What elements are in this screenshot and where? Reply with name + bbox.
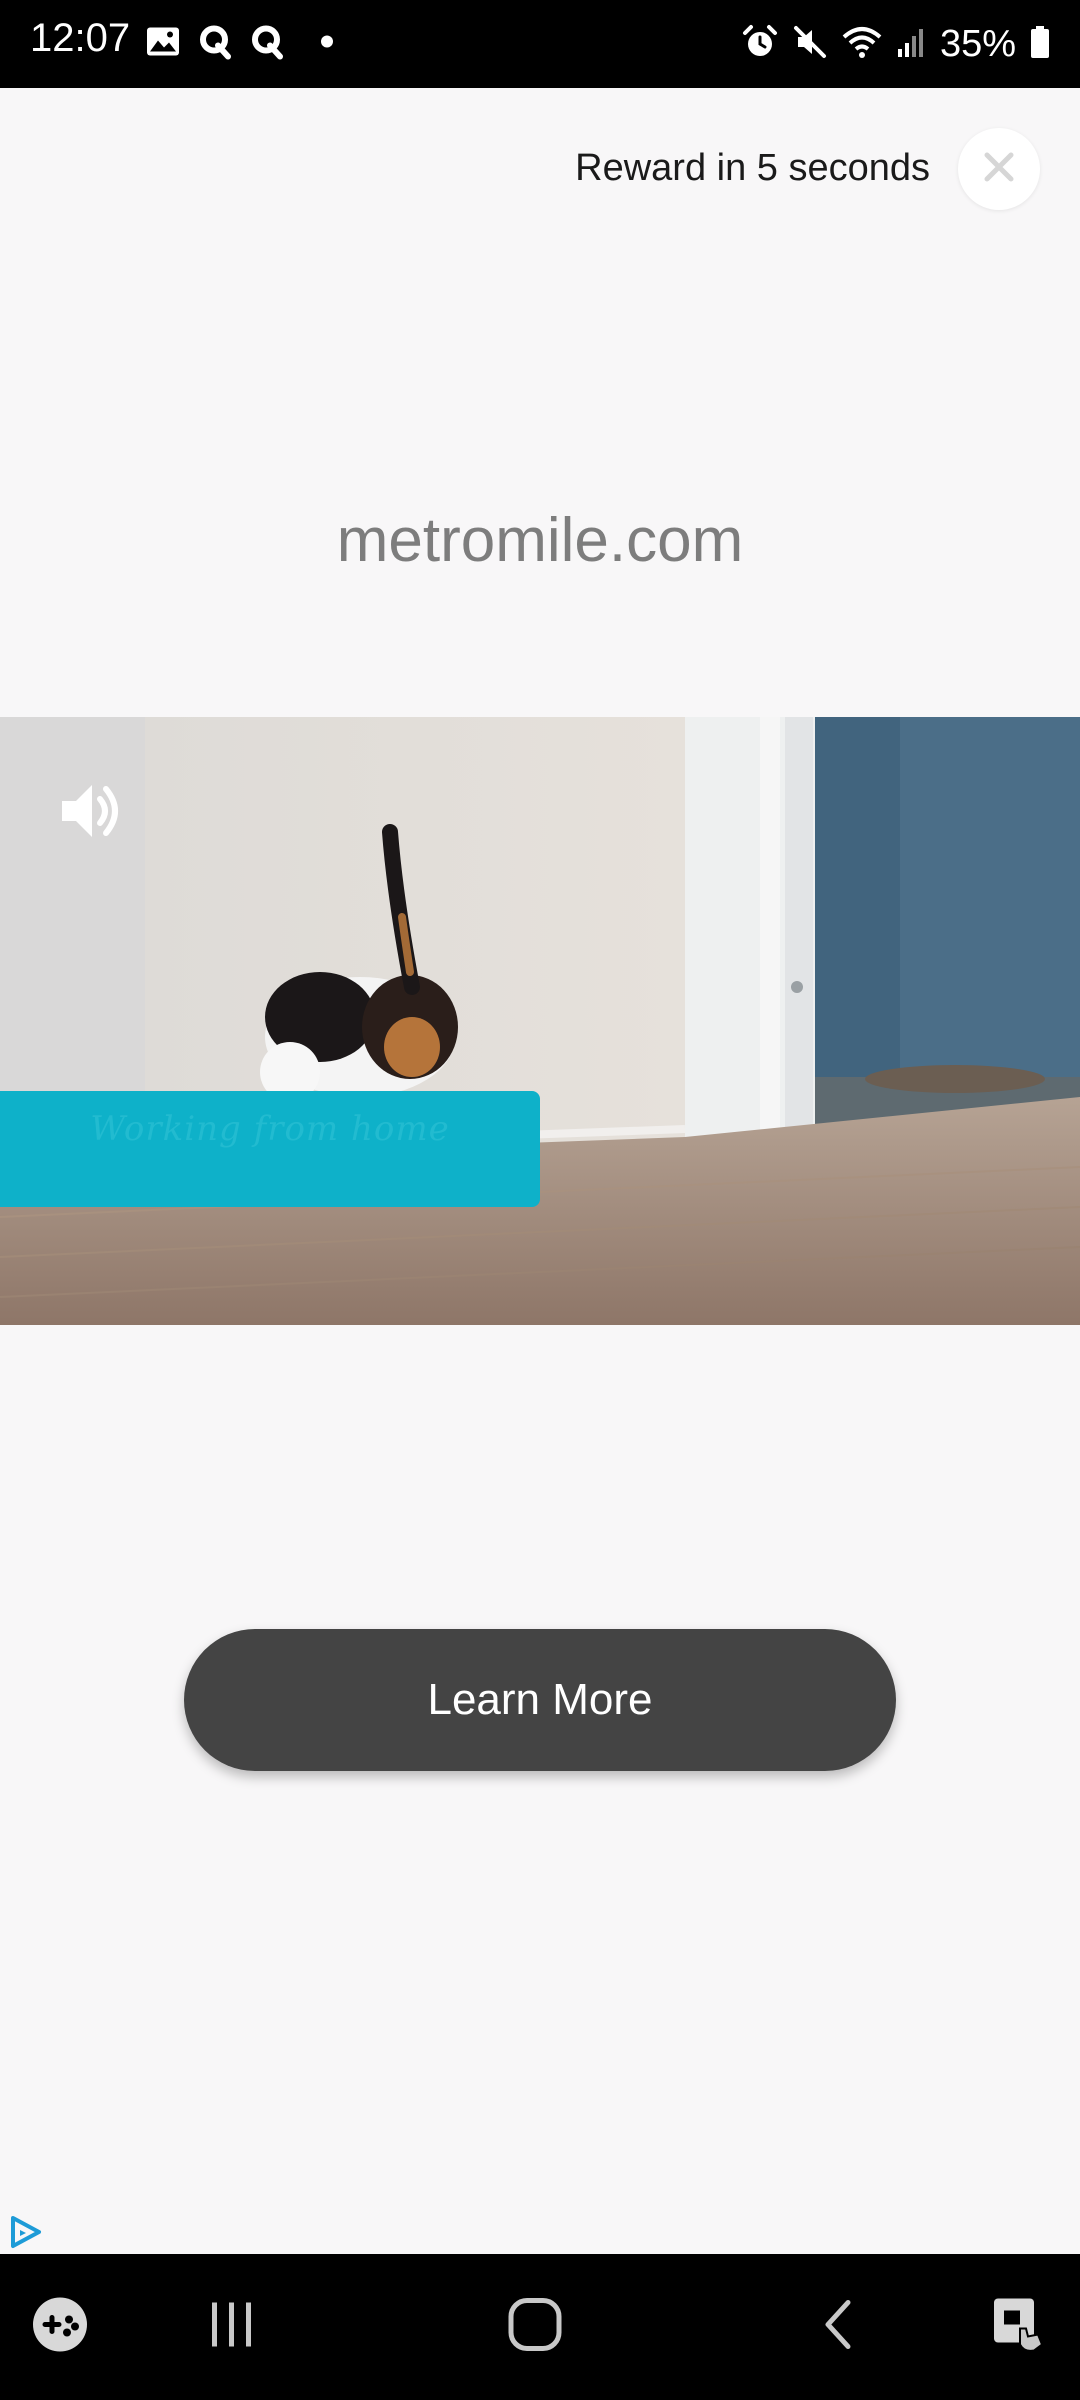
ad-video[interactable]: Working from home	[0, 717, 1080, 1325]
navigation-bar	[0, 2254, 1080, 2400]
back-button[interactable]	[818, 2297, 858, 2358]
mute-icon	[792, 24, 828, 65]
recent-apps-icon	[206, 2302, 258, 2355]
home-icon	[507, 2298, 563, 2357]
signal-icon	[896, 25, 926, 64]
game-launcher-icon	[31, 2297, 89, 2358]
q-app-icon	[250, 24, 284, 65]
wifi-icon	[842, 25, 882, 64]
accessibility-icon	[990, 2298, 1050, 2359]
close-button[interactable]	[958, 128, 1040, 210]
home-button[interactable]	[507, 2297, 563, 2358]
recent-apps-button[interactable]	[206, 2299, 258, 2356]
video-caption-text: Working from home	[90, 1109, 450, 1149]
reward-countdown: Reward in 5 seconds	[575, 147, 930, 189]
video-frame	[0, 717, 1080, 1325]
learn-more-label: Learn More	[427, 1675, 653, 1724]
status-notification-icons	[146, 24, 334, 65]
back-icon	[818, 2300, 858, 2357]
battery-percent: 35%	[939, 23, 1016, 65]
status-time: 12:07	[30, 16, 131, 60]
accessibility-button[interactable]	[990, 2295, 1050, 2360]
video-caption-box: Working from home	[0, 1091, 540, 1207]
game-launcher-button[interactable]	[31, 2296, 89, 2359]
adchoices-icon[interactable]	[8, 2214, 44, 2250]
close-icon	[979, 147, 1019, 192]
status-system-icons: 35%	[742, 22, 1050, 66]
image-icon	[146, 27, 180, 62]
volume-icon	[56, 785, 128, 851]
dot-icon	[320, 35, 334, 54]
learn-more-button[interactable]: Learn More	[184, 1629, 896, 1771]
sound-toggle-button[interactable]	[56, 775, 128, 847]
battery-icon	[1030, 25, 1050, 64]
advertiser-domain: metromile.com	[336, 506, 744, 575]
alarm-icon	[742, 24, 778, 65]
q-app-icon	[198, 24, 232, 65]
status-bar: 12:07 35%	[0, 0, 1080, 88]
